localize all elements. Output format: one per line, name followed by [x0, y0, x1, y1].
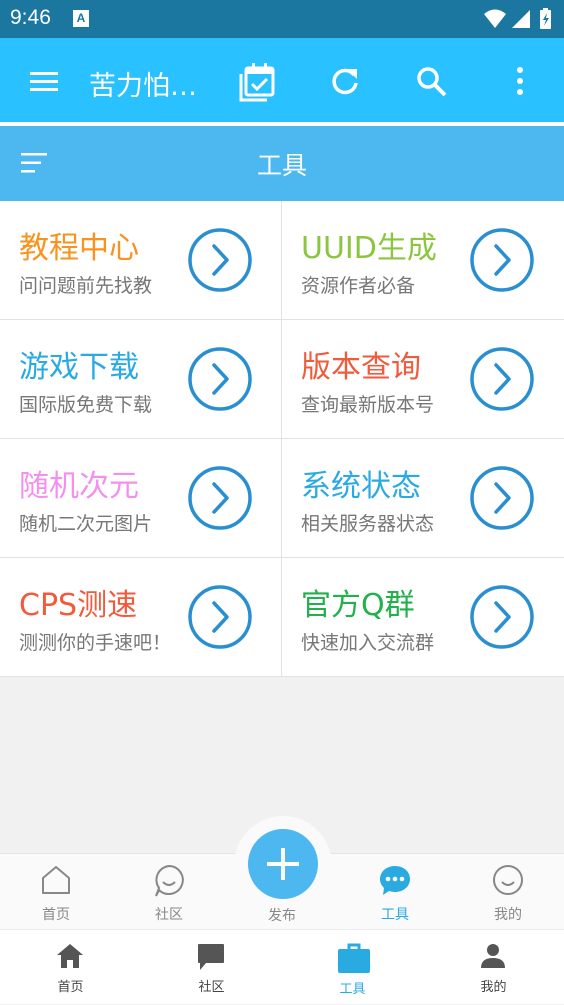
- chat-smile-icon: [155, 864, 184, 897]
- nav2-community-label: 社区: [198, 980, 225, 995]
- smile-icon: [493, 865, 523, 895]
- chevron-right-circle-icon[interactable]: [468, 464, 536, 532]
- tool-subtitle: 国际版免费下载: [19, 394, 153, 416]
- section-title: 工具: [256, 151, 307, 180]
- secondary-bottom-nav: 首页 社区 工具 我的: [0, 929, 564, 1004]
- menu-icon[interactable]: [28, 69, 60, 95]
- signal-icon: [512, 10, 530, 28]
- nav-community[interactable]: 社区: [113, 854, 225, 930]
- tool-card[interactable]: 游戏下载国际版免费下载: [0, 320, 282, 439]
- chevron-right-circle-icon[interactable]: [186, 464, 254, 532]
- tool-subtitle: 快速加入交流群: [301, 632, 435, 654]
- tool-subtitle: 随机二次元图片: [19, 513, 153, 535]
- nav2-tools-label: 工具: [339, 982, 366, 997]
- tool-title: 游戏下载: [19, 350, 139, 385]
- chevron-right-circle-icon[interactable]: [186, 226, 254, 294]
- notification-icon: A: [73, 10, 89, 27]
- tool-subtitle: 问问题前先找教: [19, 275, 153, 297]
- tool-title: 系统状态: [301, 469, 421, 504]
- tool-card[interactable]: CPS测速测测你的手速吧！: [0, 558, 282, 677]
- tool-title: CPS测速: [19, 588, 138, 623]
- tool-card[interactable]: 系统状态相关服务器状态: [282, 439, 564, 558]
- chevron-right-circle-icon[interactable]: [468, 345, 536, 413]
- briefcase-icon: [338, 943, 370, 973]
- chevron-right-circle-icon[interactable]: [468, 226, 536, 294]
- tool-title: 版本查询: [301, 350, 421, 385]
- tool-title: 随机次元: [19, 469, 139, 504]
- refresh-icon[interactable]: [330, 66, 360, 96]
- nav2-me[interactable]: 我的: [423, 930, 564, 1005]
- publish-label: 发布: [268, 908, 296, 924]
- home-filled-icon: [57, 944, 83, 968]
- chat-dots-icon: [380, 866, 410, 895]
- status-time: 9:46: [10, 6, 51, 29]
- chevron-right-circle-icon[interactable]: [186, 345, 254, 413]
- nav2-home[interactable]: 首页: [0, 930, 141, 1005]
- publish-button[interactable]: [248, 829, 318, 899]
- tool-subtitle: 测测你的手速吧！: [19, 632, 172, 654]
- tool-title: 官方Q群: [301, 588, 415, 623]
- nav2-home-label: 首页: [57, 980, 84, 995]
- more-vertical-icon[interactable]: [512, 66, 528, 98]
- home-outline-icon: [42, 866, 70, 894]
- tool-subtitle: 查询最新版本号: [301, 394, 435, 416]
- nav2-tools[interactable]: 工具: [282, 930, 423, 1005]
- tool-subtitle: 资源作者必备: [301, 275, 416, 297]
- nav-community-label: 社区: [155, 907, 183, 923]
- search-icon[interactable]: [416, 66, 448, 98]
- nav2-community[interactable]: 社区: [141, 930, 282, 1005]
- app-bar: [0, 38, 564, 122]
- chat-bubble-icon: [198, 944, 224, 970]
- nav-tools-label: 工具: [381, 907, 409, 923]
- tool-subtitle: 相关服务器状态: [301, 513, 435, 535]
- status-bar: 9:46 A: [0, 0, 564, 38]
- wifi-icon: [484, 9, 506, 28]
- tool-card[interactable]: UUID生成资源作者必备: [282, 201, 564, 320]
- tool-title: UUID生成: [301, 231, 437, 266]
- nav-home-label: 首页: [42, 907, 70, 923]
- tool-card[interactable]: 教程中心问问题前先找教: [0, 201, 282, 320]
- person-icon: [481, 944, 505, 968]
- plus-icon: [267, 848, 299, 880]
- nav-me[interactable]: 我的: [452, 854, 564, 930]
- status-icons: [482, 6, 556, 36]
- chevron-right-circle-icon[interactable]: [186, 583, 254, 651]
- tool-card[interactable]: 随机次元随机二次元图片: [0, 439, 282, 558]
- chevron-right-circle-icon[interactable]: [468, 583, 536, 651]
- nav-home[interactable]: 首页: [0, 854, 112, 930]
- nav-tools[interactable]: 工具: [339, 854, 451, 930]
- tool-title: 教程中心: [19, 231, 139, 266]
- tool-grid: 教程中心 问问题前先找教 UUID生成 资源作者必备 游戏下载 国际版免费下载 版本查询 查询…: [0, 201, 564, 677]
- nav2-me-label: 我的: [480, 980, 507, 995]
- app-title: 苦力怕…: [89, 71, 197, 102]
- tool-card[interactable]: 版本查询查询最新版本号: [282, 320, 564, 439]
- tool-card[interactable]: 官方Q群快速加入交流群: [282, 558, 564, 677]
- nav-me-label: 我的: [494, 907, 522, 923]
- calendar-check-icon[interactable]: [238, 62, 276, 102]
